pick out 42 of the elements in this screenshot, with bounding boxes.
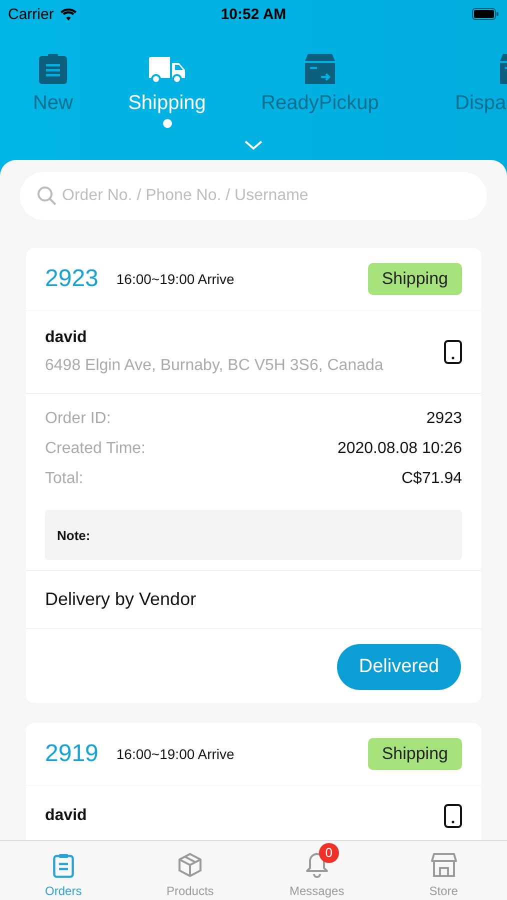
bottom-tab[interactable]: 0 Messages [254,841,380,900]
order-tab[interactable]: New [0,52,106,128]
bottom-tab[interactable]: Store [380,841,507,900]
selected-dot [162,119,172,128]
bottom-tab[interactable]: Products [126,841,254,900]
detail-value: 2923 [426,410,462,428]
status-badge: Shipping [368,738,462,770]
phone-icon[interactable] [444,804,462,828]
box-arrow-icon [305,54,335,84]
note-label: Note: [57,528,90,542]
delivery-method: Delivery by Vendor [26,570,481,629]
status-badge: Shipping [368,263,462,295]
battery-icon [472,8,499,20]
count-badge: 0 [318,843,339,863]
customer-address: 6498 Elgin Ave, Burnaby, BC V5H 3S6, Canada [45,357,384,375]
arrival-time: 16:00~19:00 Arrive [116,746,234,762]
order-tab[interactable]: Dispa [412,52,507,128]
detail-label: Total: [45,470,84,488]
wifi-icon [60,8,77,20]
cube-icon [177,852,204,878]
customer-name: david [45,329,88,347]
delivered-button[interactable]: Delivered [337,644,461,690]
order-number: 2923 [45,265,98,293]
order-tab[interactable]: Shipping [106,52,228,128]
clipboard-icon [52,852,74,878]
search-field[interactable]: Order No. / Phone No. / Username [20,172,487,220]
truck-icon [149,56,185,84]
bottom-tab[interactable]: Orders [0,841,127,900]
detail-label: Order ID: [45,410,111,428]
customer-name: david [45,807,88,825]
clipboard-icon [39,54,67,84]
phone-icon[interactable] [444,340,462,364]
detail-value: 2020.08.08 10:26 [337,440,462,458]
detail-value: C$71.94 [402,470,462,488]
storefront-icon [430,852,457,878]
carrier-label: Carrier [8,6,54,22]
order-tab[interactable]: ReadyPickup [228,52,412,128]
detail-label: Created Time: [45,440,146,458]
order-number: 2919 [45,740,98,768]
clock-time: 10:52 AM [220,6,286,22]
search-icon [37,186,57,206]
arrival-time: 16:00~19:00 Arrive [116,271,234,287]
